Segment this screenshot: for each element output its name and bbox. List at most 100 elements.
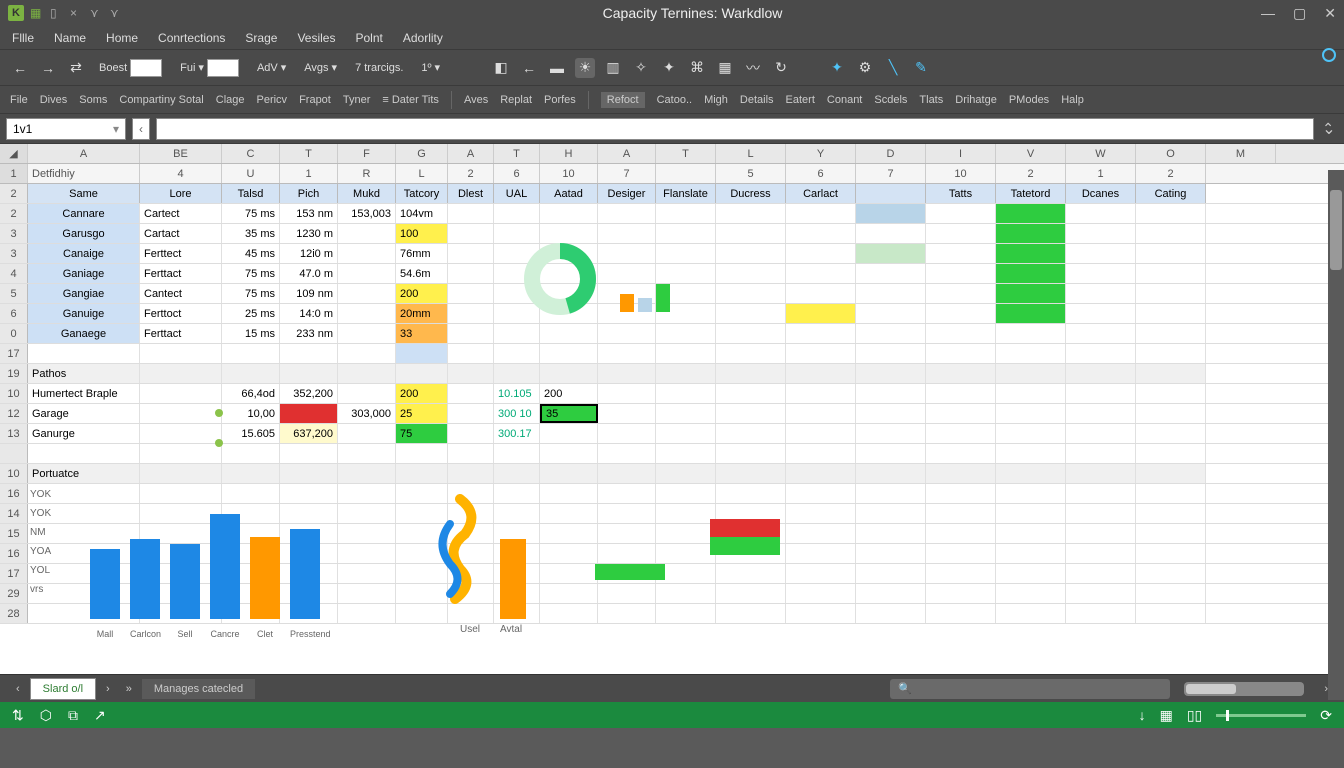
avgs-button[interactable]: Avgs ▾ [299,59,342,76]
sub-hdr[interactable]: 10 [540,164,598,183]
zoom-fit-icon[interactable]: ⟳ [1320,707,1332,724]
col-header[interactable]: M [1206,144,1276,163]
tab-conant[interactable]: Conant [827,94,862,106]
sheet-tab-inactive[interactable]: Manages catecled [142,679,255,699]
col-header[interactable]: T [656,144,716,163]
table-row[interactable]: 5 Gangiae Cantect 75 ms 109 nm 200 [0,284,1344,304]
donut-chart[interactable] [520,239,600,319]
qat-y-icon[interactable]: ⋎ [90,6,104,20]
menu-connections[interactable]: Conrtections [158,31,225,45]
menu-name[interactable]: Name [54,31,86,45]
slash-icon[interactable]: ╲ [883,58,903,78]
view-grid-icon[interactable]: ▦ [1160,707,1173,724]
tab-halp[interactable]: Halp [1061,94,1084,106]
fill-button[interactable]: Fui ▾ [175,57,244,79]
wand-icon[interactable]: ✧ [631,58,651,78]
header-cell[interactable]: Talsd [222,184,280,203]
qat-x-icon[interactable]: × [70,6,84,20]
table-row[interactable]: 0 Ganaege Ferttact 15 ms 233 nm 33 [0,324,1344,344]
tab-catoo[interactable]: Catoo.. [657,94,692,106]
sub-hdr[interactable]: 10 [926,164,996,183]
table-row[interactable]: 4 Ganiage Ferttact 75 ms 47.0 m 54.6m [0,264,1344,284]
header-cell[interactable]: Flanslate [656,184,716,203]
sun-icon[interactable]: ☀ [575,58,595,78]
tab-soms[interactable]: Soms [79,94,107,106]
chart-bar[interactable] [170,544,200,619]
header-cell[interactable]: Mukd [338,184,396,203]
tab-details[interactable]: Details [740,94,774,106]
tab-dater[interactable]: ≡ Dater Tits [382,94,439,106]
flag-icon[interactable]: ◧ [491,58,511,78]
chart-bar[interactable] [90,549,120,619]
col-header[interactable]: G [396,144,448,163]
tab-aves[interactable]: Aves [464,94,488,106]
sub-hdr[interactable]: 6 [494,164,540,183]
header-cell[interactable]: Ducress [716,184,786,203]
table-row[interactable]: 6 Ganuige Ferttoct 25 ms 14:0 m 20mm [0,304,1344,324]
boost-button[interactable]: Boest [94,57,167,79]
mini-bar-chart[interactable] [620,284,670,312]
spreadsheet-grid[interactable]: ◢ A BE C T F G A T H A T L Y D I V W O M… [0,144,1344,674]
header-cell[interactable]: Desiger [598,184,656,203]
col-header[interactable]: T [280,144,338,163]
menu-srage[interactable]: Srage [245,31,277,45]
menu-point[interactable]: Polnt [355,31,382,45]
qat-doc-icon[interactable]: ▯ [50,6,64,20]
swap-icon[interactable]: ⇄ [66,58,86,78]
sheet-search[interactable]: 🔍 [890,679,1170,699]
status-icon[interactable]: ⬡ [40,707,52,724]
select-all-corner[interactable]: ◢ [0,144,28,163]
columns-icon[interactable]: ▥ [603,58,623,78]
header-cell[interactable]: Dlest [448,184,494,203]
tab-refoct[interactable]: Refoct [601,92,645,108]
chart-bar[interactable] [130,539,160,619]
header-cell[interactable]: Same [28,184,140,203]
trarcigs-button[interactable]: 7 trarcigs. [350,60,408,76]
header-cell[interactable]: Aatad [540,184,598,203]
formula-bar[interactable] [156,118,1314,140]
chart-bar[interactable] [290,529,320,619]
block-icon[interactable]: ▬ [547,58,567,78]
sub-hdr[interactable]: 1 [1066,164,1136,183]
menu-home[interactable]: Home [106,31,138,45]
menu-file[interactable]: Fllle [12,31,34,45]
sheet-nav-next[interactable]: › [100,683,116,695]
sheet-tab-active[interactable]: Slard o/l [30,678,96,700]
col-header[interactable]: O [1136,144,1206,163]
forward-icon[interactable]: → [38,58,58,78]
close-button[interactable]: ✕ [1324,5,1336,22]
header-cell[interactable]: Dcanes [1066,184,1136,203]
section-row[interactable]: 19Pathos [0,364,1344,384]
link-icon[interactable]: ⌘ [687,58,707,78]
tab-pericv[interactable]: Pericv [257,94,288,106]
zoom-slider[interactable] [1216,714,1306,717]
tab-dives[interactable]: Dives [40,94,68,106]
redo-icon[interactable]: ↻ [771,58,791,78]
header-cell[interactable]: Carlact [786,184,856,203]
help-icon[interactable] [1322,48,1336,62]
tab-migh[interactable]: Migh [704,94,728,106]
menu-adority[interactable]: Adorlity [403,31,443,45]
chart-bar[interactable] [250,537,280,619]
sub-hdr[interactable]: 7 [856,164,926,183]
status-down-icon[interactable]: ↓ [1139,707,1146,723]
fx-collapse-button[interactable]: ‹ [132,118,150,140]
minimize-button[interactable]: — [1261,5,1275,22]
table-row[interactable]: 10 Humertect Braple 66,4od 352,200 200 1… [0,384,1344,404]
ribbon-collapse-icon[interactable]: ⌃ [1322,120,1334,137]
tab-compartiny[interactable]: Compartiny Sotal [119,94,203,106]
sub-hdr[interactable]: 2 [996,164,1066,183]
col-header[interactable]: T [494,144,540,163]
status-icon[interactable]: ⇅ [12,707,24,724]
col-header[interactable]: Y [786,144,856,163]
empty-row[interactable]: 17 [0,344,1344,364]
header-cell[interactable]: Tatetord [996,184,1066,203]
qat-z-icon[interactable]: ⋎ [110,6,124,20]
one-button[interactable]: 1º ▾ [416,59,445,76]
qat-sheet-icon[interactable]: ▦ [30,6,44,20]
back-icon[interactable]: ← [10,58,30,78]
table-row[interactable]: 13 Ganurge 15.605 637,200 75 300.17 [0,424,1344,444]
name-box[interactable]: 1v1▾ [6,118,126,140]
tab-frapot[interactable]: Frapot [299,94,331,106]
sub-hdr[interactable]: 6 [786,164,856,183]
